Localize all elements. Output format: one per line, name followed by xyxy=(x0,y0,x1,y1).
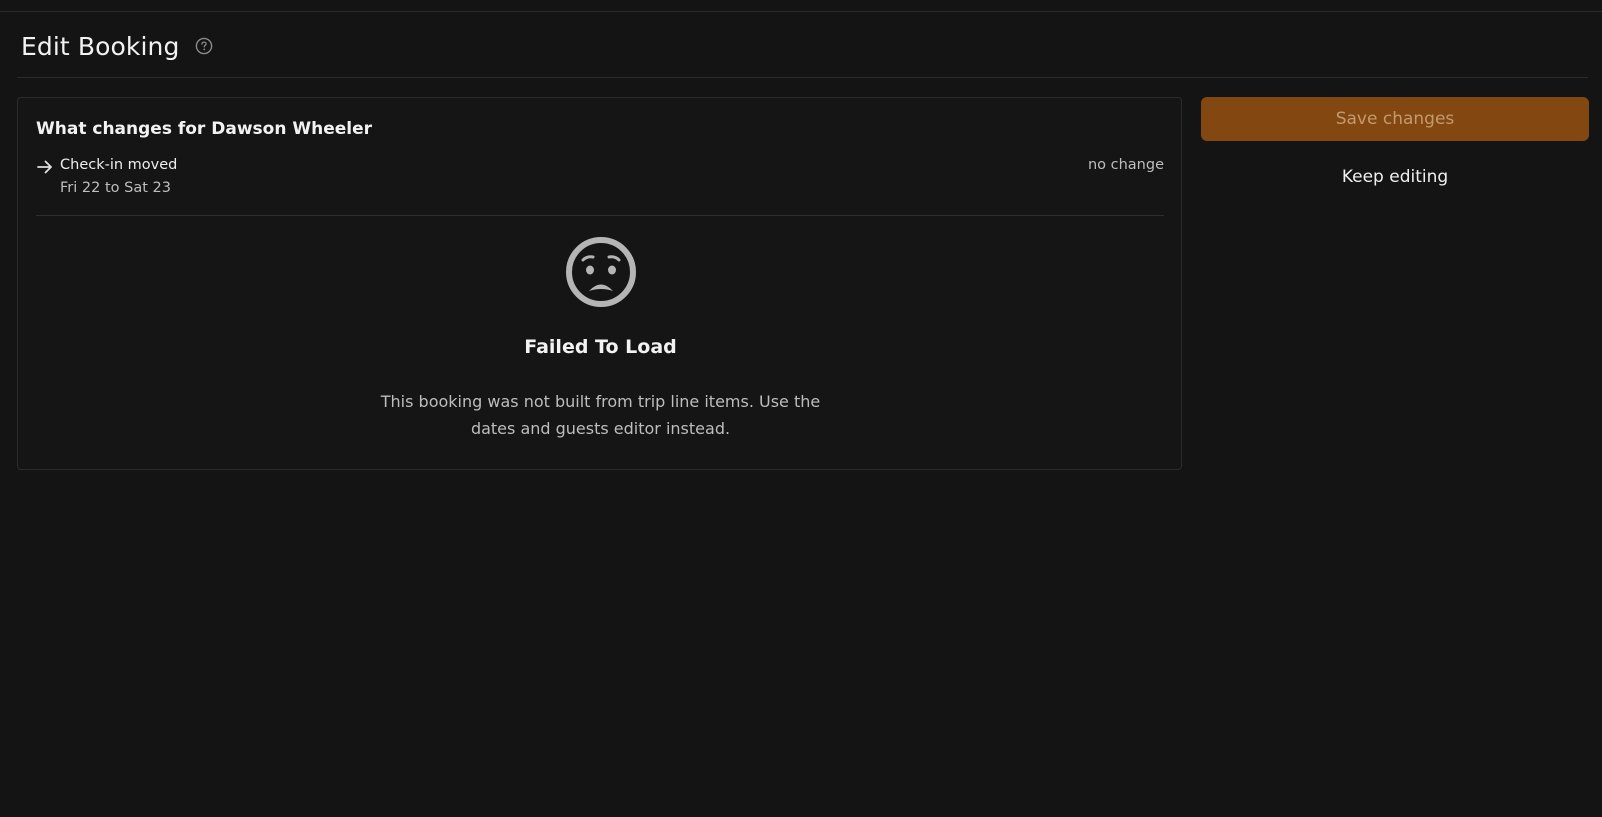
error-title: Failed To Load xyxy=(524,336,677,358)
keep-editing-button[interactable]: Keep editing xyxy=(1201,160,1589,194)
change-label: Check-in moved xyxy=(60,157,178,173)
error-state: Failed To Load This booking was not buil… xyxy=(18,236,1183,442)
change-item: Check-in moved Fri 22 to Sat 23 no chang… xyxy=(36,157,1164,203)
sad-face-icon xyxy=(565,237,636,307)
card-title: What changes for Dawson Wheeler xyxy=(36,119,372,139)
page-header: Edit Booking xyxy=(21,28,213,64)
change-detail: Fri 22 to Sat 23 xyxy=(60,180,171,196)
change-status: no change xyxy=(1087,157,1164,173)
save-changes-button[interactable]: Save changes xyxy=(1201,97,1589,141)
help-circle-icon[interactable] xyxy=(195,37,213,55)
header-divider xyxy=(17,77,1588,78)
arrow-right-icon xyxy=(36,159,54,175)
error-message: This booking was not built from trip lin… xyxy=(380,392,821,438)
page-title: Edit Booking xyxy=(21,31,180,61)
card-divider xyxy=(36,215,1164,216)
changes-card: What changes for Dawson Wheeler Check-in… xyxy=(17,97,1182,470)
edit-booking-page: Edit Booking What changes for Dawson Whe… xyxy=(0,0,1602,817)
top-border xyxy=(0,11,1602,12)
